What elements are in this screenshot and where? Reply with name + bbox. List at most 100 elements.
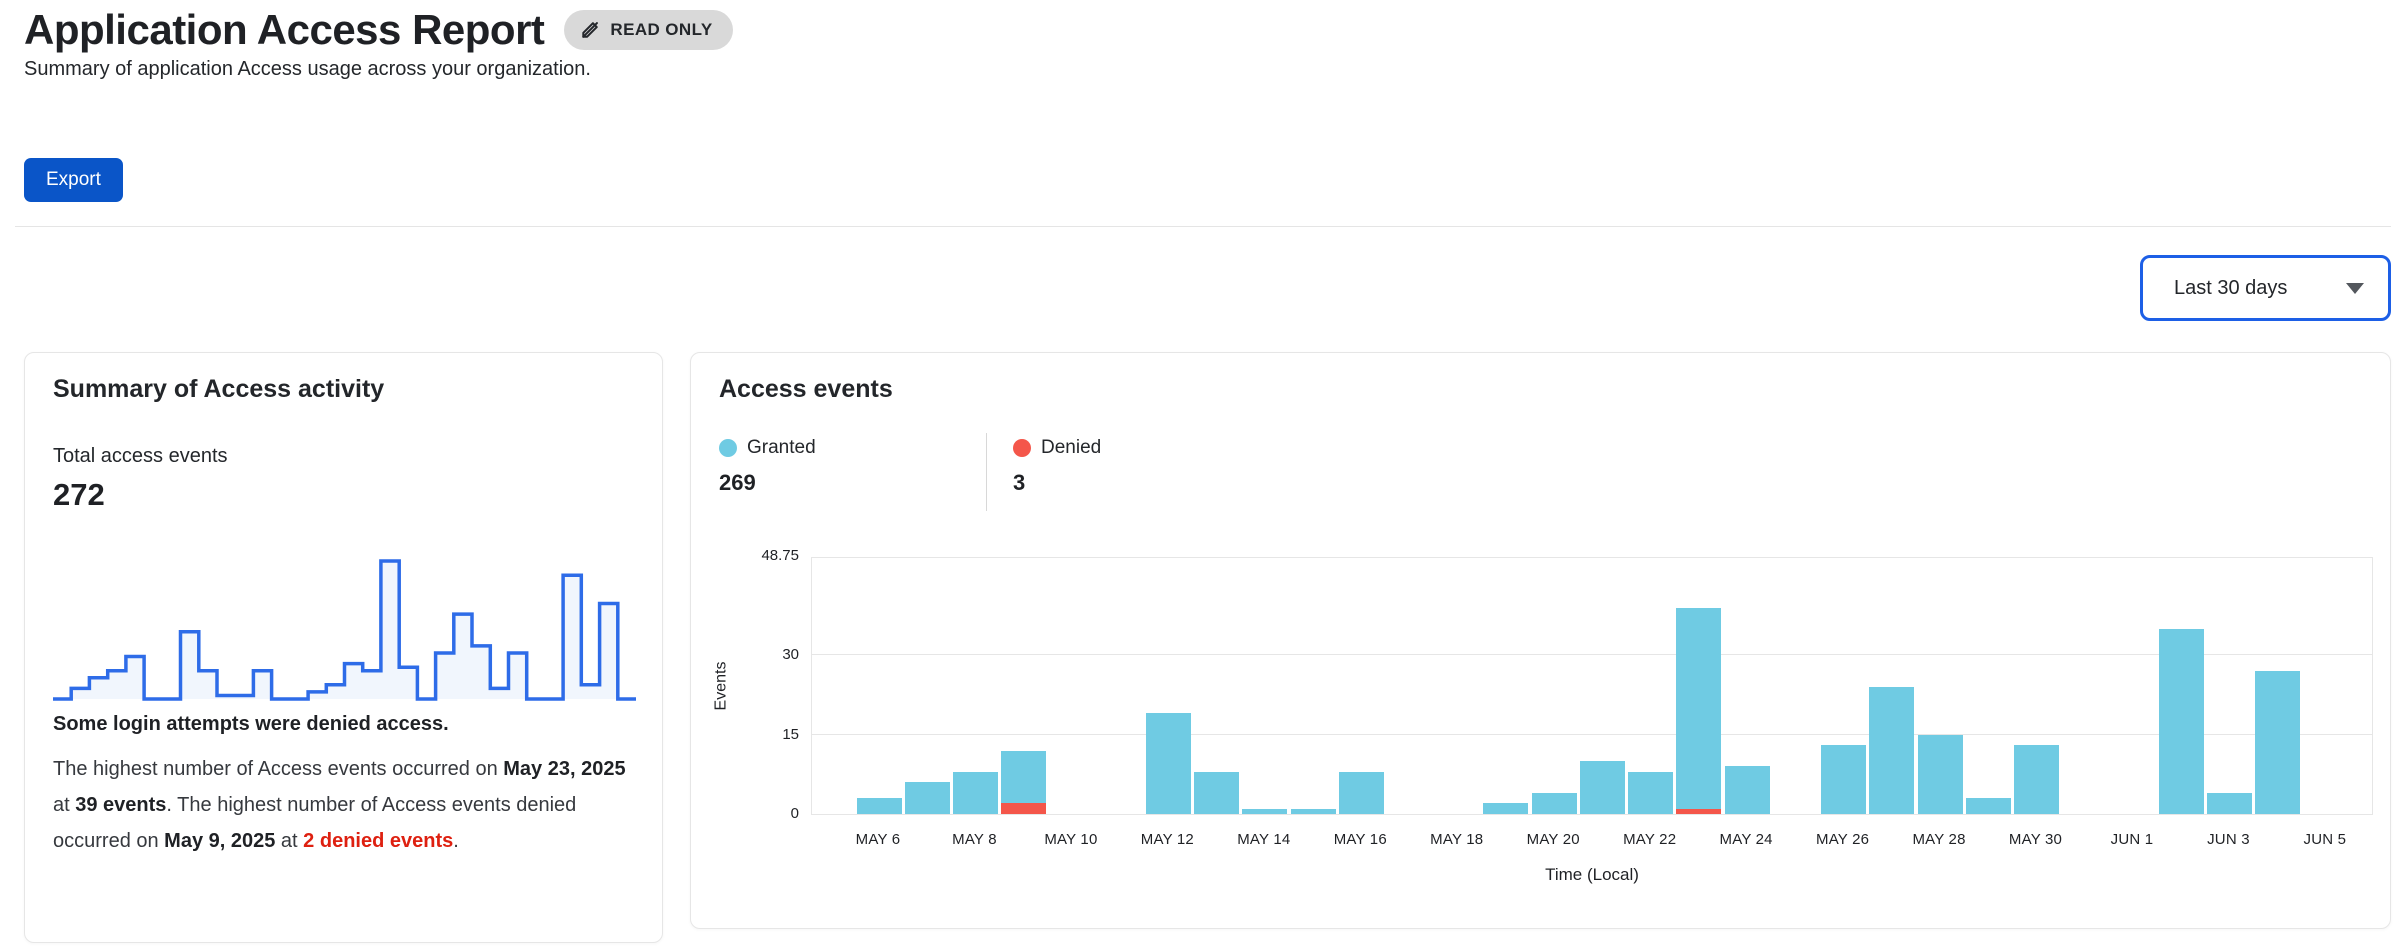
x-tick: MAY 30 bbox=[1988, 831, 2084, 848]
summary-detail-text: The highest number of Access events occu… bbox=[53, 751, 645, 859]
granted-segment bbox=[1001, 751, 1046, 804]
time-range-dropdown[interactable]: Last 30 days bbox=[2140, 255, 2391, 321]
granted-segment bbox=[1339, 772, 1384, 814]
denied-legend-label: Denied bbox=[1041, 437, 1101, 459]
summary-of-access-activity-card: Summary of Access activity Total access … bbox=[24, 352, 663, 943]
page-header: Application Access Report READ ONLY bbox=[24, 6, 733, 54]
bar-may-7 bbox=[905, 782, 950, 814]
bar-may-27 bbox=[1869, 687, 1914, 814]
page-title: Application Access Report bbox=[24, 6, 544, 54]
legend-item-granted: Granted 269 bbox=[719, 437, 816, 496]
application-access-report-page: Application Access Report READ ONLY Summ… bbox=[0, 0, 2406, 950]
legend-divider bbox=[986, 433, 987, 511]
x-tick: MAY 20 bbox=[1505, 831, 1601, 848]
bar-jun-2 bbox=[2159, 629, 2204, 814]
granted-segment bbox=[1483, 803, 1528, 814]
y-tick: 48.75 bbox=[739, 547, 799, 564]
granted-segment bbox=[1821, 745, 1866, 814]
granted-segment bbox=[2207, 793, 2252, 814]
granted-segment bbox=[1580, 761, 1625, 814]
granted-count: 269 bbox=[719, 470, 816, 496]
highest-events-date: May 23, 2025 bbox=[503, 758, 625, 780]
x-tick: MAY 26 bbox=[1795, 831, 1891, 848]
bar-may-29 bbox=[1966, 798, 2011, 814]
access-events-card: Access events Granted 269 Denied 3 Event… bbox=[690, 352, 2391, 929]
denied-segment bbox=[1676, 809, 1721, 814]
bar-may-26 bbox=[1821, 745, 1866, 814]
granted-segment bbox=[1966, 798, 2011, 814]
granted-segment bbox=[1676, 608, 1721, 809]
bar-may-30 bbox=[2014, 745, 2059, 814]
granted-segment bbox=[1291, 809, 1336, 814]
y-axis-label-wrap: Events bbox=[701, 557, 741, 815]
x-tick: MAY 8 bbox=[926, 831, 1022, 848]
denied-events-count: 2 denied events bbox=[303, 830, 453, 852]
highest-denied-date: May 9, 2025 bbox=[164, 830, 275, 852]
x-tick: JUN 3 bbox=[2180, 831, 2276, 848]
read-only-badge: READ ONLY bbox=[564, 10, 732, 50]
legend-item-denied: Denied 3 bbox=[1013, 437, 1101, 496]
x-tick: MAY 18 bbox=[1409, 831, 1505, 848]
x-tick: MAY 24 bbox=[1698, 831, 1794, 848]
granted-segment bbox=[2255, 671, 2300, 814]
denied-legend-dot bbox=[1013, 439, 1031, 457]
y-tick: 30 bbox=[739, 646, 799, 663]
granted-segment bbox=[905, 782, 950, 814]
page-subtitle: Summary of application Access usage acro… bbox=[24, 58, 591, 81]
granted-segment bbox=[1146, 713, 1191, 814]
y-axis-label: Events bbox=[712, 662, 730, 711]
granted-segment bbox=[857, 798, 902, 814]
bar-jun-4 bbox=[2255, 671, 2300, 814]
granted-segment bbox=[2159, 629, 2204, 814]
granted-segment bbox=[1628, 772, 1673, 814]
bar-may-13 bbox=[1194, 772, 1239, 814]
summary-card-title: Summary of Access activity bbox=[53, 375, 384, 404]
x-tick: MAY 22 bbox=[1602, 831, 1698, 848]
chevron-down-icon bbox=[2346, 283, 2364, 294]
time-range-value: Last 30 days bbox=[2174, 277, 2287, 300]
read-only-badge-label: READ ONLY bbox=[610, 20, 712, 40]
highest-events-count: 39 events bbox=[75, 794, 166, 816]
bar-may-8 bbox=[953, 772, 998, 814]
bar-may-16 bbox=[1339, 772, 1384, 814]
denied-count: 3 bbox=[1013, 470, 1101, 496]
total-access-events-label: Total access events bbox=[53, 445, 228, 468]
x-tick: MAY 16 bbox=[1312, 831, 1408, 848]
x-tick: JUN 5 bbox=[2277, 831, 2373, 848]
granted-segment bbox=[953, 772, 998, 814]
granted-segment bbox=[2014, 745, 2059, 814]
bar-may-22 bbox=[1628, 772, 1673, 814]
bar-may-24 bbox=[1725, 766, 1770, 814]
plot-area bbox=[811, 557, 2373, 815]
x-axis-label: Time (Local) bbox=[811, 865, 2373, 885]
bar-may-6 bbox=[857, 798, 902, 814]
bar-may-12 bbox=[1146, 713, 1191, 814]
x-tick: MAY 10 bbox=[1023, 831, 1119, 848]
gridline bbox=[812, 734, 2372, 735]
x-tick: MAY 6 bbox=[830, 831, 926, 848]
granted-segment bbox=[1242, 809, 1287, 814]
granted-segment bbox=[1869, 687, 1914, 814]
header-divider bbox=[15, 226, 2391, 227]
bar-may-28 bbox=[1918, 735, 1963, 814]
bar-may-19 bbox=[1483, 803, 1528, 814]
bar-jun-3 bbox=[2207, 793, 2252, 814]
x-tick: JUN 1 bbox=[2084, 831, 2180, 848]
granted-segment bbox=[1918, 735, 1963, 814]
access-activity-sparkline bbox=[53, 555, 636, 703]
y-tick: 15 bbox=[739, 726, 799, 743]
export-button[interactable]: Export bbox=[24, 158, 123, 202]
granted-segment bbox=[1725, 766, 1770, 814]
granted-segment bbox=[1532, 793, 1577, 814]
pencil-off-icon bbox=[579, 19, 601, 41]
x-tick: MAY 12 bbox=[1119, 831, 1215, 848]
bar-may-14 bbox=[1242, 809, 1287, 814]
granted-legend-label: Granted bbox=[747, 437, 816, 459]
gridline bbox=[812, 654, 2372, 655]
bar-may-23 bbox=[1676, 608, 1721, 814]
bar-may-15 bbox=[1291, 809, 1336, 814]
access-events-title: Access events bbox=[719, 375, 893, 404]
y-tick: 0 bbox=[739, 805, 799, 822]
granted-legend-dot bbox=[719, 439, 737, 457]
bar-may-20 bbox=[1532, 793, 1577, 814]
